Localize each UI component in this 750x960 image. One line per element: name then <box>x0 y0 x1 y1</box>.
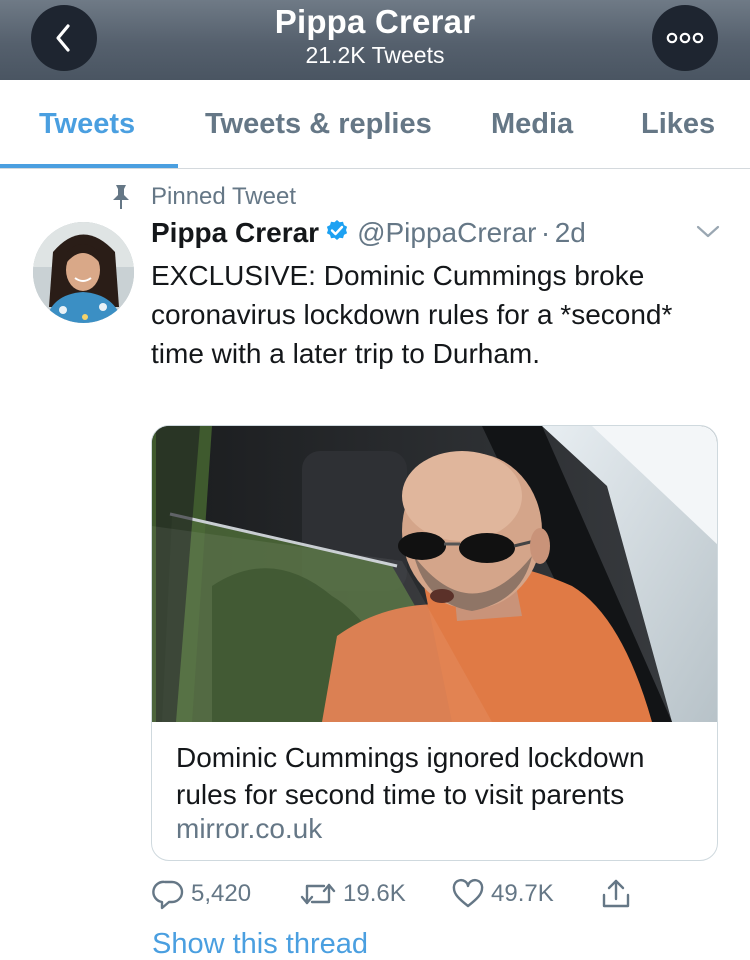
heart-icon <box>452 878 484 908</box>
retweet-icon <box>300 883 336 905</box>
avatar[interactable] <box>33 222 134 323</box>
profile-header: Pippa Crerar 21.2K Tweets <box>0 0 750 80</box>
more-horizontal-icon <box>666 32 704 44</box>
author-handle[interactable]: @PippaCrerar <box>357 217 536 248</box>
tab-tweets[interactable]: Tweets <box>39 108 135 141</box>
separator-dot: · <box>540 217 551 248</box>
like-count: 49.7K <box>491 880 554 907</box>
tab-media[interactable]: Media <box>491 108 573 141</box>
tab-tweets-replies[interactable]: Tweets & replies <box>205 108 432 141</box>
verified-badge-icon <box>325 219 349 248</box>
like-button[interactable]: 49.7K <box>451 874 554 914</box>
reply-count: 5,420 <box>191 880 252 907</box>
reply-button[interactable]: 5,420 <box>151 874 251 914</box>
link-card-domain: mirror.co.uk <box>176 813 323 844</box>
reply-icon <box>152 880 184 910</box>
tweet-timestamp[interactable]: 2d <box>555 217 586 248</box>
profile-name-title: Pippa Crerar <box>274 3 476 40</box>
more-button[interactable] <box>652 5 718 71</box>
pinned-tweet-label: Pinned Tweet <box>151 183 296 210</box>
tab-likes[interactable]: Likes <box>641 108 715 141</box>
retweet-count: 19.6K <box>343 880 406 907</box>
profile-tabs: Tweets Tweets & replies Media Likes <box>0 80 750 169</box>
tweet-count: 21.2K Tweets <box>305 42 445 68</box>
pinned-indicator <box>108 183 134 211</box>
tweet-text: EXCLUSIVE: Dominic Cummings broke corona… <box>151 260 673 369</box>
avatar-photo <box>33 222 134 323</box>
active-tab-indicator <box>0 164 178 168</box>
pin-icon <box>113 185 129 209</box>
share-button[interactable] <box>599 874 633 914</box>
link-card-image <box>152 426 717 722</box>
link-card-title: Dominic Cummings ignored lockdown rules … <box>176 742 645 810</box>
tweet-options-button[interactable] <box>694 222 722 247</box>
author-name[interactable]: Pippa Crerar <box>151 217 319 248</box>
share-icon <box>602 879 630 908</box>
chevron-down-icon <box>696 225 720 238</box>
tweet-actions: 5,420 19.6K 49.7K <box>151 874 711 914</box>
link-card[interactable]: Dominic Cummings ignored lockdown rules … <box>151 425 718 861</box>
show-thread-link[interactable]: Show this thread <box>152 928 368 960</box>
tweet-author-row: Pippa Crerar @PippaCrerar · 2d <box>151 217 586 253</box>
retweet-button[interactable]: 19.6K <box>299 874 406 914</box>
